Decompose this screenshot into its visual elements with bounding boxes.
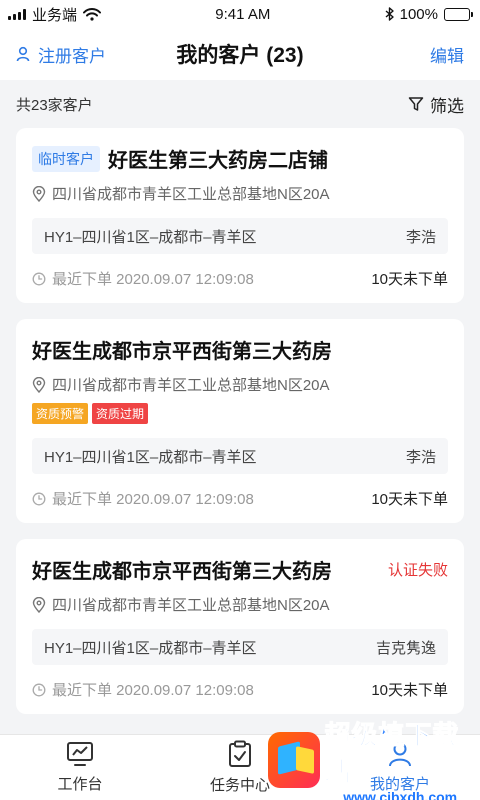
filter-button[interactable]: 筛选 [408,92,464,117]
watermark-logo-icon [268,732,321,788]
last-order-text: 最近下单 2020.09.07 12:09:08 [52,491,254,508]
card-header: 好医生成都市京平西街第三大药房 认证失败 [32,555,448,584]
summary-bar: 共23家客户 筛选 [0,80,480,128]
address-text: 四川省成都市青羊区工业总部基地N区20A [52,186,330,203]
battery-percent: 100% [399,5,438,23]
qualification-expired-tag: 资质过期 [92,403,149,424]
region-text: HY1–四川省1区–成都市–青羊区 [44,639,257,657]
card-header: 好医生成都市京平西街第三大药房 [32,335,448,364]
certification-status: 认证失败 [387,562,448,579]
card-header: 临时客户 好医生第三大药房二店铺 [32,144,448,173]
last-order: 最近下单 2020.09.07 12:09:08 [32,679,254,700]
filter-label: 筛选 [430,96,464,116]
monitor-chart-icon [67,742,93,766]
status-right: 100% [385,5,473,23]
status-left: 业务端 [8,4,102,25]
status-bar: 业务端 9:41 AM 100% [0,0,480,28]
watermark-text: 超级植下载站 www.cjbxdh.com [324,715,476,800]
edit-button[interactable]: 编辑 [430,42,464,67]
customer-card[interactable]: 好医生成都市京平西街第三大药房 认证失败 四川省成都市青羊区工业总部基地N区20… [16,539,464,714]
qualification-warning-tag: 资质预警 [32,403,89,424]
last-order-text: 最近下单 2020.09.07 12:09:08 [52,682,254,699]
customer-address: 四川省成都市青羊区工业总部基地N区20A [32,183,448,204]
days-no-order: 10天未下单 [371,682,448,699]
customer-name: 好医生成都市京平西街第三大药房 [32,561,332,583]
sales-rep: 吉克隽逸 [375,639,436,657]
customer-card[interactable]: 好医生成都市京平西街第三大药房 四川省成都市青羊区工业总部基地N区20A 资质预… [16,319,464,523]
nav-bar: 注册客户 我的客户 (23) 编辑 [0,28,480,80]
site-watermark: 超级植下载站 www.cjbxdh.com [268,720,476,800]
region-row: HY1–四川省1区–成都市–青羊区 李浩 [32,218,448,254]
card-title-wrap: 临时客户 好医生第三大药房二店铺 [32,144,328,173]
clock-icon [32,272,46,285]
order-meta: 最近下单 2020.09.07 12:09:08 10天未下单 [32,268,448,289]
tab-workbench[interactable]: 工作台 [0,735,160,800]
order-meta: 最近下单 2020.09.07 12:09:08 10天未下单 [32,679,448,700]
tab-task-center-label: 任务中心 [209,777,270,794]
days-no-order: 10天未下单 [371,491,448,508]
location-icon [32,185,46,202]
address-text: 四川省成都市青羊区工业总部基地N区20A [52,377,330,394]
days-no-order: 10天未下单 [371,271,448,288]
region-text: HY1–四川省1区–成都市–青羊区 [44,228,257,246]
region-row: HY1–四川省1区–成都市–青羊区 吉克隽逸 [32,629,448,665]
watermark-url: www.cjbxdh.com [343,789,458,800]
customer-address: 四川省成都市青羊区工业总部基地N区20A [32,594,448,615]
register-customer-button[interactable]: 注册客户 [16,42,106,67]
tab-workbench-label: 工作台 [57,776,103,793]
location-icon [32,376,46,393]
sales-rep: 李浩 [405,228,436,246]
clock-icon [32,683,46,696]
address-text: 四川省成都市青羊区工业总部基地N区20A [52,597,330,614]
temporary-customer-tag: 临时客户 [32,145,100,172]
battery-icon [444,7,473,21]
last-order-text: 最近下单 2020.09.07 12:09:08 [52,271,254,288]
bluetooth-icon [385,7,394,21]
customer-card[interactable]: 临时客户 好医生第三大药房二店铺 四川省成都市青羊区工业总部基地N区20A HY… [16,128,464,303]
region-text: HY1–四川省1区–成都市–青羊区 [44,448,257,466]
last-order: 最近下单 2020.09.07 12:09:08 [32,488,254,509]
customer-name: 好医生第三大药房二店铺 [108,150,328,172]
last-order: 最近下单 2020.09.07 12:09:08 [32,268,254,289]
region-row: HY1–四川省1区–成都市–青羊区 李浩 [32,438,448,474]
signal-icon [8,8,26,20]
order-meta: 最近下单 2020.09.07 12:09:08 10天未下单 [32,488,448,509]
sales-rep: 李浩 [405,448,436,466]
customer-list: 临时客户 好医生第三大药房二店铺 四川省成都市青羊区工业总部基地N区20A HY… [0,128,480,714]
status-time: 9:41 AM [215,5,271,23]
qualification-tags: 资质预警 资质过期 [32,403,448,424]
carrier-label: 业务端 [32,6,78,24]
register-customer-label: 注册客户 [38,46,106,66]
clock-icon [32,492,46,505]
clipboard-check-icon [229,740,251,767]
wifi-icon [83,7,102,21]
customer-address: 四川省成都市青羊区工业总部基地N区20A [32,374,448,395]
user-add-icon [16,46,30,62]
customer-name: 好医生成都市京平西街第三大药房 [32,341,332,363]
location-icon [32,596,46,613]
customer-count: 共23家客户 [16,96,93,114]
watermark-title: 超级植下载站 [324,720,460,788]
filter-icon [408,97,424,111]
